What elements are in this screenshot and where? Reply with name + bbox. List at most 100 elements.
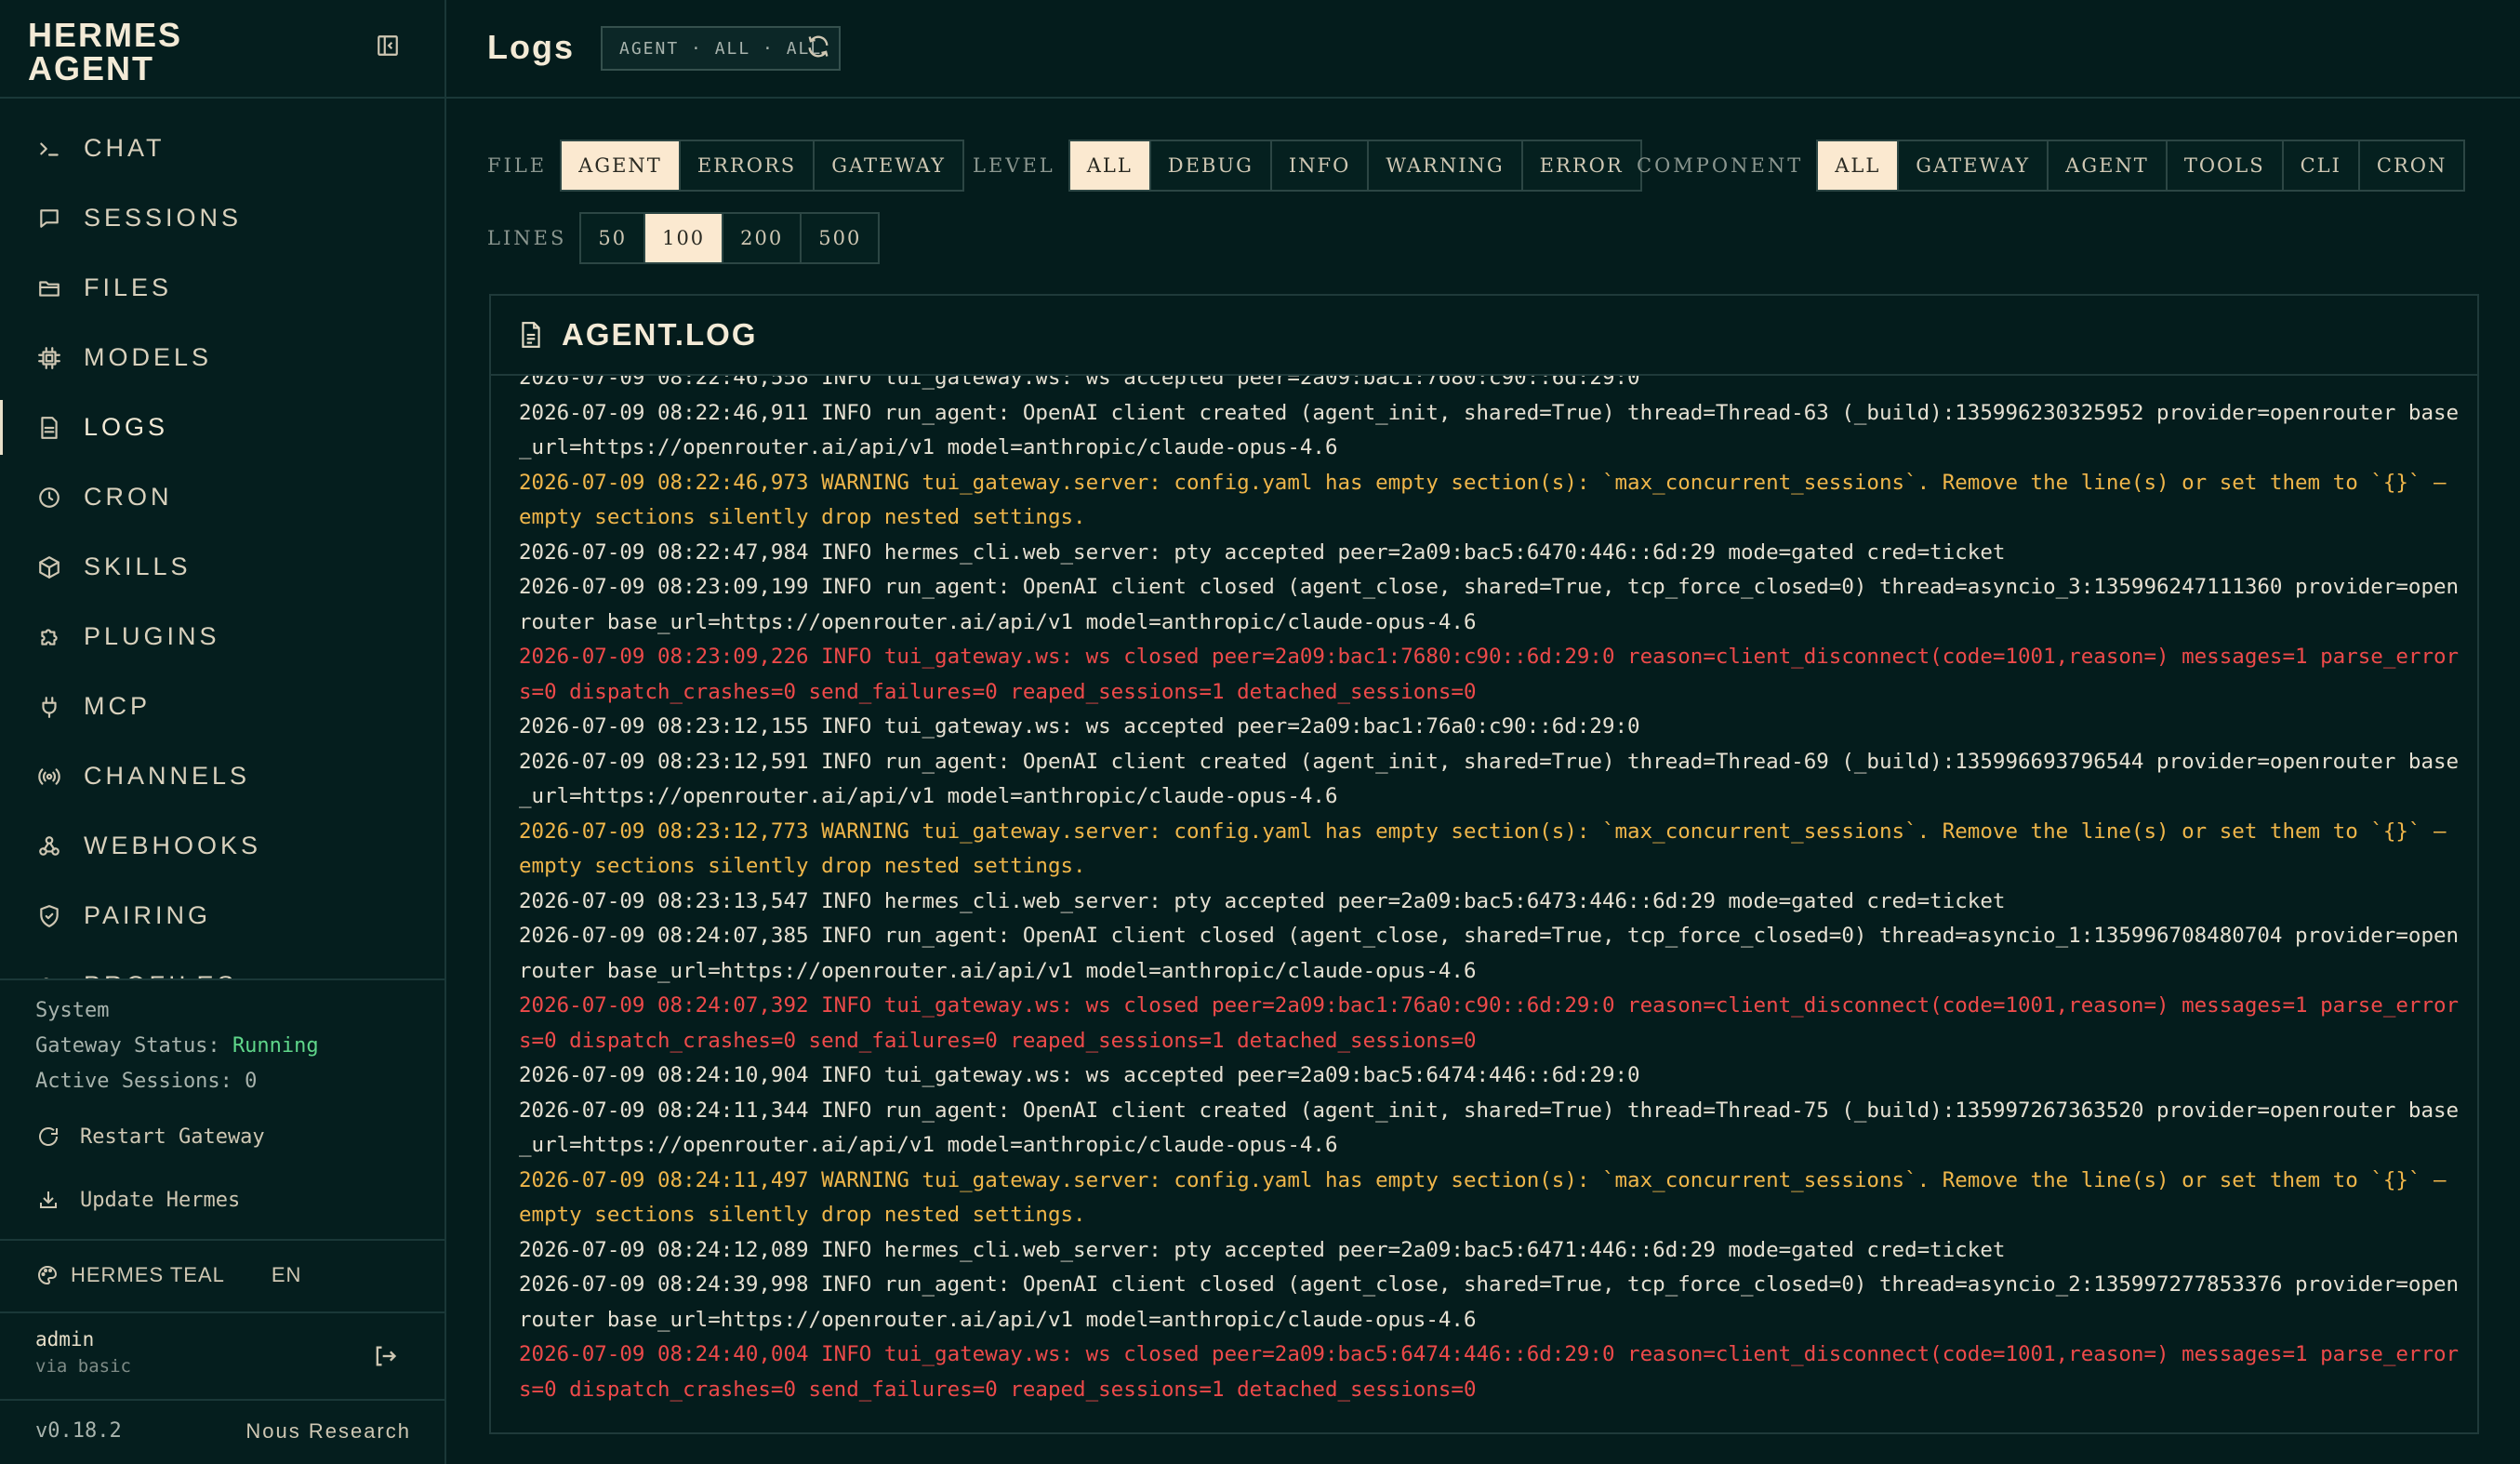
sidebar-item-models[interactable]: MODELS: [0, 323, 444, 393]
brand-logo: HERMES AGENT: [28, 19, 182, 86]
theme-switcher: HERMES TEAL EN: [35, 1263, 301, 1287]
active-sessions-label: Active Sessions:: [35, 1070, 232, 1093]
component-filter: COMPONENT ALL GATEWAY AGENT TOOLS CLI CRON: [1637, 140, 2466, 192]
sidebar-item-pairing[interactable]: PAIRING: [0, 881, 444, 951]
component-option-all[interactable]: ALL: [1818, 141, 1898, 190]
file-option-gateway[interactable]: GATEWAY: [813, 141, 963, 190]
active-sessions-value: 0: [245, 1070, 258, 1093]
level-filter-label: LEVEL: [973, 154, 1055, 177]
log-viewer[interactable]: 2026-07-09 08:22:46,558 INFO tui_gateway…: [491, 376, 2477, 1432]
lines-filter: LINES 50 100 200 500: [487, 212, 881, 264]
file-option-errors[interactable]: ERRORS: [678, 141, 814, 190]
component-option-cli[interactable]: CLI: [2281, 141, 2358, 190]
palette-icon[interactable]: [35, 1263, 60, 1287]
sidebar-item-profiles[interactable]: PROFILES: [0, 951, 444, 978]
component-option-cron[interactable]: CRON: [2357, 141, 2464, 190]
lines-option-500[interactable]: 500: [800, 214, 879, 262]
log-line: 2026-07-09 08:23:12,773 WARNING tui_gate…: [519, 819, 2460, 879]
log-line: 2026-07-09 08:24:39,998 INFO run_agent: …: [519, 1272, 2460, 1332]
sidebar-divider: [0, 97, 444, 99]
level-option-debug[interactable]: DEBUG: [1148, 141, 1270, 190]
language-selector[interactable]: EN: [272, 1263, 302, 1287]
level-filter-options: ALL DEBUG INFO WARNING ERROR: [1068, 140, 1642, 192]
page-title: Logs: [487, 28, 575, 66]
log-panel-header: AGENT.LOG: [491, 296, 2477, 376]
sidebar-item-label: PROFILES: [84, 971, 238, 978]
auth-method: via basic: [35, 1356, 131, 1377]
level-option-error[interactable]: ERROR: [1520, 141, 1640, 190]
level-option-all[interactable]: ALL: [1069, 141, 1149, 190]
sidebar-divider: [0, 978, 444, 980]
component-option-agent[interactable]: AGENT: [2047, 141, 2166, 190]
refresh-icon[interactable]: [805, 33, 833, 61]
log-line: 2026-07-09 08:24:40,004 INFO tui_gateway…: [519, 1342, 2460, 1402]
lines-option-50[interactable]: 50: [581, 214, 644, 262]
theme-label[interactable]: HERMES TEAL: [71, 1263, 225, 1287]
sidebar-item-label: CRON: [84, 483, 173, 511]
org-label[interactable]: Nous Research: [245, 1419, 411, 1444]
file-text-icon: [519, 321, 543, 349]
sidebar-item-label: CHANNELS: [84, 762, 251, 790]
user-info: admin via basic: [35, 1328, 131, 1377]
gateway-status-label: Gateway Status:: [35, 1034, 220, 1058]
sidebar-item-mcp[interactable]: MCP: [0, 672, 444, 741]
log-line: 2026-07-09 08:22:46,911 INFO run_agent: …: [519, 400, 2460, 460]
sidebar-item-files[interactable]: FILES: [0, 253, 444, 323]
sidebar-item-label: LOGS: [84, 413, 169, 441]
system-status: System Gateway Status: Running Active Se…: [35, 993, 319, 1099]
sidebar-item-skills[interactable]: SKILLS: [0, 532, 444, 602]
terminal-icon: [35, 135, 63, 163]
sidebar-item-plugins[interactable]: PLUGINS: [0, 602, 444, 672]
log-file-title: AGENT.LOG: [562, 317, 758, 352]
sidebar-item-cron[interactable]: CRON: [0, 462, 444, 532]
level-filter: LEVEL ALL DEBUG INFO WARNING ERROR: [973, 140, 1642, 192]
sidebar-item-label: PLUGINS: [84, 622, 220, 650]
collapse-sidebar-icon[interactable]: [376, 33, 400, 58]
sidebar-footer: v0.18.2 Nous Research: [35, 1419, 411, 1444]
sidebar-item-label: CHAT: [84, 134, 166, 162]
log-line: 2026-07-09 08:22:46,558 INFO tui_gateway…: [519, 376, 1640, 390]
version-label: v0.18.2: [35, 1419, 122, 1443]
download-icon: [35, 1187, 61, 1213]
sidebar-item-webhooks[interactable]: WEBHOOKS: [0, 811, 444, 881]
level-option-warning[interactable]: WARNING: [1367, 141, 1521, 190]
restart-gateway-label: Restart Gateway: [80, 1125, 265, 1149]
puzzle-icon: [35, 623, 63, 651]
lines-option-100[interactable]: 100: [643, 214, 723, 262]
webhook-icon: [35, 832, 63, 860]
brand-line-2: AGENT: [28, 49, 154, 87]
sidebar-divider: [0, 1239, 444, 1241]
component-option-tools[interactable]: TOOLS: [2165, 141, 2282, 190]
file-option-agent[interactable]: AGENT: [562, 141, 679, 190]
file-text-icon: [35, 414, 63, 442]
file-filter: FILE AGENT ERRORS GATEWAY: [487, 140, 965, 192]
sidebar-item-sessions[interactable]: SESSIONS: [0, 183, 444, 253]
chip-icon: [35, 344, 63, 372]
sidebar-divider: [0, 1399, 444, 1401]
sidebar: HERMES AGENT CHAT SESSIONS FILES MODELS LOGS…: [0, 0, 446, 1464]
restart-gateway-button[interactable]: Restart Gateway: [35, 1124, 265, 1150]
package-icon: [35, 553, 63, 581]
sidebar-item-label: FILES: [84, 273, 173, 301]
brand-line-1: HERMES: [28, 16, 183, 54]
log-line: 2026-07-09 08:24:12,089 INFO hermes_cli.…: [519, 1237, 2006, 1262]
level-option-info[interactable]: INFO: [1269, 141, 1368, 190]
file-filter-label: FILE: [487, 154, 548, 177]
sidebar-item-logs[interactable]: LOGS: [0, 393, 444, 462]
log-line: 2026-07-09 08:23:09,199 INFO run_agent: …: [519, 575, 2460, 634]
user-name: admin: [35, 1328, 95, 1351]
users-icon: [35, 972, 63, 978]
log-line: 2026-07-09 08:23:12,591 INFO run_agent: …: [519, 749, 2460, 809]
sidebar-item-chat[interactable]: CHAT: [0, 113, 444, 183]
log-line: 2026-07-09 08:24:07,392 INFO tui_gateway…: [519, 993, 2460, 1053]
log-line: 2026-07-09 08:24:11,497 WARNING tui_gate…: [519, 1167, 2460, 1228]
lines-option-200[interactable]: 200: [722, 214, 801, 262]
sidebar-item-label: SESSIONS: [84, 204, 243, 232]
sidebar-item-channels[interactable]: CHANNELS: [0, 741, 444, 811]
update-hermes-button[interactable]: Update Hermes: [35, 1187, 240, 1213]
sidebar-item-label: SKILLS: [84, 552, 192, 580]
logout-icon[interactable]: [372, 1343, 400, 1371]
sidebar-item-label: MODELS: [84, 343, 213, 371]
component-option-gateway[interactable]: GATEWAY: [1897, 141, 2048, 190]
file-filter-options: AGENT ERRORS GATEWAY: [560, 140, 965, 192]
